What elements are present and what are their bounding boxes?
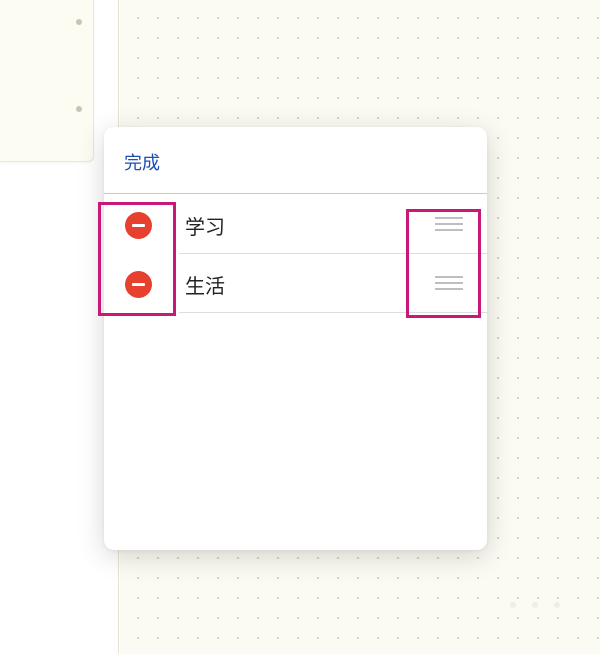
category-label: 生活 (185, 274, 225, 298)
category-list: 学习 生活 (104, 195, 487, 313)
delete-minus-circle-icon[interactable] (125, 271, 152, 298)
done-button[interactable]: 完成 (124, 149, 160, 175)
category-label: 学习 (185, 215, 225, 239)
list-item: 生活 (104, 254, 487, 313)
popover-header: 完成 (104, 127, 487, 194)
note-dot-icon (76, 106, 82, 112)
drag-handle-icon[interactable] (434, 275, 464, 291)
list-item: 学习 (104, 195, 487, 254)
row-divider (179, 312, 487, 313)
edit-categories-popover: 完成 学习 生活 (104, 127, 487, 550)
note-card[interactable] (0, 0, 94, 162)
note-dot-icon (76, 19, 82, 25)
left-sidebar-strip (0, 0, 119, 654)
drag-handle-icon[interactable] (434, 216, 464, 232)
delete-minus-circle-icon[interactable] (125, 212, 152, 239)
watermark (510, 598, 570, 612)
